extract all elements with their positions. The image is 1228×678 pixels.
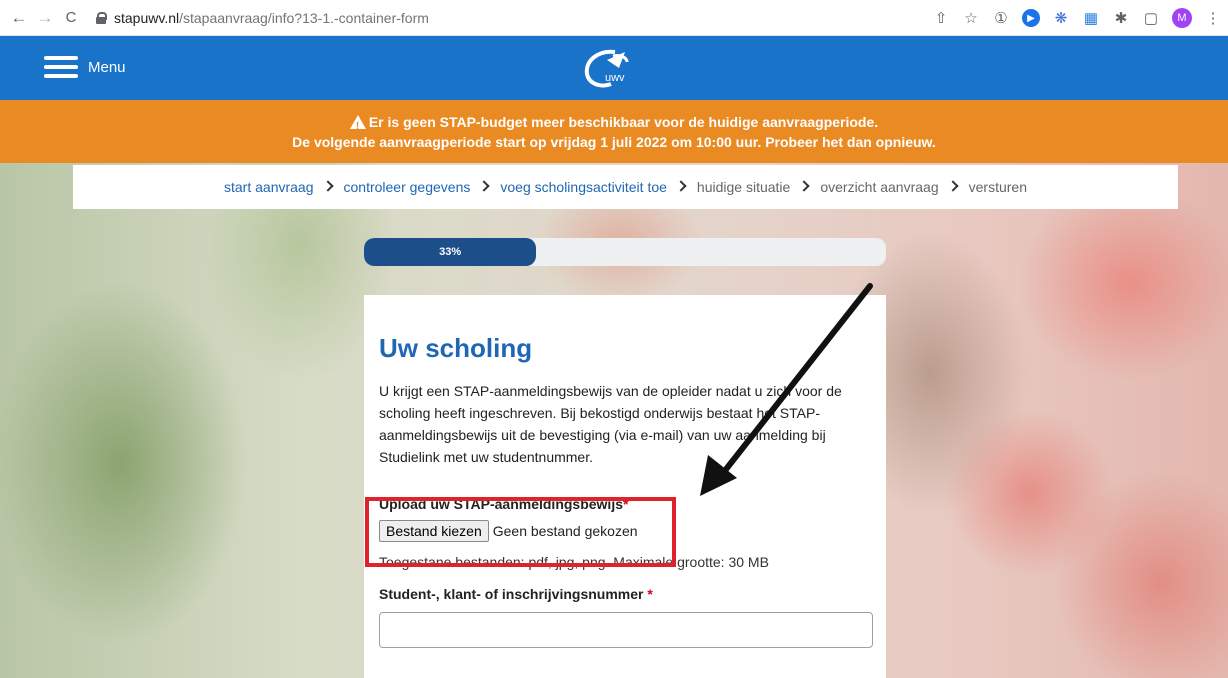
side-panel-icon[interactable]: ▢ [1142,9,1160,27]
browser-toolbar: ← → C stapuwv.nl/stapaanvraag/info?13-1.… [0,0,1228,36]
password-manager-icon[interactable]: ① [992,9,1010,27]
chevron-right-icon [798,180,810,192]
banner-line1: Er is geen STAP-budget meer beschikbaar … [368,114,879,130]
student-number-label: Student-, klant- of inschrijvingsnummer … [379,586,872,602]
flower-extension-icon[interactable]: ❋ [1052,9,1070,27]
breadcrumb-controleer-gegevens[interactable]: controleer gegevens [344,179,471,195]
stats-extension-icon[interactable]: ▦ [1082,9,1100,27]
address-bar[interactable]: stapuwv.nl/stapaanvraag/info?13-1.-conta… [96,10,429,26]
banner-line2: De volgende aanvraagperiode start op vri… [292,134,936,150]
back-icon[interactable]: ← [8,7,30,29]
media-extension-icon[interactable]: ▶ [1022,9,1040,27]
extensions-area: ⇧ ☆ ① ▶ ❋ ▦ ✱ ▢ M ⋮ [932,0,1222,36]
share-icon[interactable]: ⇧ [932,9,950,27]
uwv-logo-icon[interactable]: uwv [577,46,637,90]
profile-avatar[interactable]: M [1172,8,1192,28]
chevron-right-icon [478,180,491,192]
intro-text: U krijgt een STAP-aanmeldingsbewijs van … [379,383,842,465]
logo-text: uwv [605,72,625,84]
upload-label-text: Upload uw STAP-aanmeldingsbewijs [379,496,623,512]
breadcrumb-voeg-scholingsactiviteit-toe[interactable]: voeg scholingsactiviteit toe [500,179,667,195]
upload-field: Upload uw STAP-aanmeldingsbewijs* Bestan… [379,496,872,542]
student-number-field: Student-, klant- of inschrijvingsnummer … [379,586,873,648]
reload-icon[interactable]: C [60,7,82,29]
menu-button[interactable]: Menu [44,56,126,78]
progress-fill: 33% [364,238,537,266]
more-menu-icon[interactable]: ⋮ [1204,9,1222,27]
upload-label: Upload uw STAP-aanmeldingsbewijs* [379,496,872,512]
form-card: Uw scholing U krijgt een STAP-aanmelding… [364,295,886,678]
breadcrumb-overzicht-aanvraag: overzicht aanvraag [820,179,939,195]
bookmark-star-icon[interactable]: ☆ [962,9,980,27]
puzzle-icon[interactable]: ✱ [1112,9,1130,27]
file-status: Geen bestand gekozen [492,523,638,539]
breadcrumb-huidige-situatie: huidige situatie [696,179,791,195]
required-marker: * [647,586,653,602]
breadcrumb-start-aanvraag[interactable]: start aanvraag [224,179,314,195]
allowed-files-hint: Toegestane bestanden: pdf, jpg, png. Max… [379,554,769,570]
page-title: Uw scholing [379,333,533,363]
chevron-right-icon [675,180,687,192]
lock-icon [96,11,107,24]
required-marker: * [623,496,629,512]
url-host: stapuwv.nl [114,9,180,26]
chevron-right-icon [946,180,959,192]
breadcrumb: start aanvraag controleer gegevens voeg … [73,165,1178,209]
student-number-input[interactable] [379,612,873,648]
hamburger-icon [44,56,78,78]
site-header: Menu uwv [0,36,1228,100]
url-path: /stapaanvraag/info?13-1.-container-form [179,9,429,26]
chevron-right-icon [321,180,334,192]
budget-warning-banner: Er is geen STAP-budget meer beschikbaar … [0,100,1228,163]
forward-icon[interactable]: → [34,7,56,29]
file-input: Bestand kiezen Geen bestand gekozen [379,520,872,542]
menu-label: Menu [88,58,126,76]
warning-icon [349,115,366,137]
breadcrumb-versturen: versturen [968,179,1027,195]
progress-bar: 33% [364,238,886,266]
student-number-label-text: Student-, klant- of inschrijvingsnummer [379,586,644,602]
choose-file-button[interactable]: Bestand kiezen [379,520,489,542]
